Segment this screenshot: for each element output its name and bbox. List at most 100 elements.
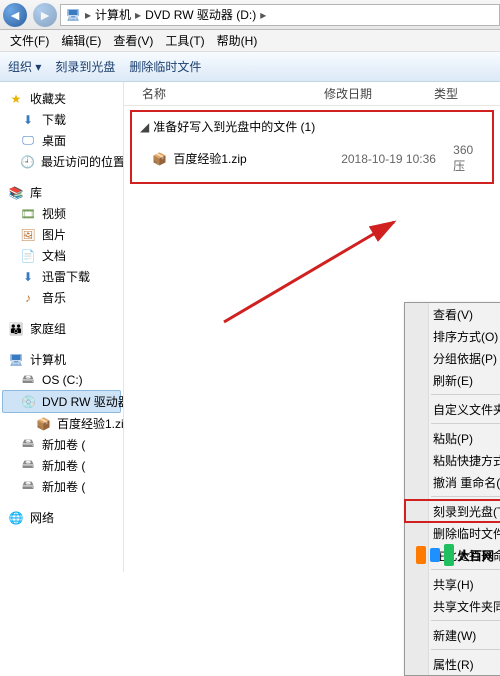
- sidebar-desktop[interactable]: 🖵桌面: [2, 130, 121, 151]
- toolbar: 组织 ▾ 刻录到光盘 删除临时文件: [0, 52, 500, 82]
- ctx-burn[interactable]: 刻录到光盘(T): [405, 500, 500, 522]
- burn-button[interactable]: 刻录到光盘: [55, 58, 115, 75]
- zip-icon: 📦: [36, 416, 51, 432]
- sidebar-music[interactable]: ♪音乐: [2, 287, 121, 308]
- document-icon: 📄: [20, 248, 36, 264]
- star-icon: ★: [8, 91, 24, 107]
- watermark-bar-icon: [444, 544, 454, 566]
- delete-temp-button[interactable]: 删除临时文件: [129, 58, 201, 75]
- ctx-refresh[interactable]: 刷新(E): [405, 369, 500, 391]
- ctx-undo-rename[interactable]: 撤消 重命名(U)Ctrl+Z: [405, 471, 500, 493]
- menu-file[interactable]: 文件(F): [6, 30, 53, 51]
- sidebar-favorites[interactable]: ★收藏夹: [2, 88, 121, 109]
- library-icon: 📚: [8, 185, 24, 201]
- group-header[interactable]: ◢ 准备好写入到光盘中的文件 (1): [132, 112, 492, 141]
- watermark-text: 大百网: [458, 547, 494, 564]
- sidebar-vol1[interactable]: 🖴新加卷 (: [2, 434, 121, 455]
- sidebar: ★收藏夹 ⬇下载 🖵桌面 🕘最近访问的位置 📚库 🎞视频 🖼图片 📄文档 ⬇迅雷…: [0, 82, 124, 572]
- network-icon: 🌐: [8, 510, 24, 526]
- sidebar-pictures[interactable]: 🖼图片: [2, 224, 121, 245]
- annotation-arrow: [214, 212, 414, 332]
- chevron-right-icon: ▸: [135, 8, 141, 22]
- separator: [431, 649, 500, 650]
- chevron-right-icon: ▸: [85, 8, 91, 22]
- menu-view[interactable]: 查看(V): [109, 30, 157, 51]
- sidebar-vol3[interactable]: 🖴新加卷 (: [2, 476, 121, 497]
- ctx-delete-temp[interactable]: 删除临时文件(F): [405, 522, 500, 544]
- sidebar-libraries[interactable]: 📚库: [2, 182, 121, 203]
- disk-icon: 🖴: [20, 458, 36, 474]
- content-pane[interactable]: 名称 修改日期 类型 ◢ 准备好写入到光盘中的文件 (1) 📦 百度经验1.zi…: [124, 82, 500, 572]
- computer-icon: 🖥: [65, 7, 81, 23]
- separator: [431, 569, 500, 570]
- ctx-customize[interactable]: 自定义文件夹(F)...: [405, 398, 500, 420]
- music-icon: ♪: [20, 290, 36, 306]
- file-name: 百度经验1.zip: [173, 150, 335, 167]
- file-date: 2018-10-19 10:36: [341, 152, 447, 166]
- highlight-group-box: ◢ 准备好写入到光盘中的文件 (1) 📦 百度经验1.zip 2018-10-1…: [130, 110, 494, 184]
- recent-icon: 🕘: [20, 154, 35, 170]
- col-date[interactable]: 修改日期: [324, 85, 434, 102]
- disk-icon: 🖴: [20, 479, 36, 495]
- ctx-paste[interactable]: 粘贴(P): [405, 427, 500, 449]
- breadcrumb-drive[interactable]: DVD RW 驱动器 (D:): [145, 6, 256, 23]
- ctx-paste-shortcut[interactable]: 粘贴快捷方式(S): [405, 449, 500, 471]
- menu-help[interactable]: 帮助(H): [213, 30, 262, 51]
- sidebar-homegroup[interactable]: 👪家庭组: [2, 318, 121, 339]
- sidebar-network[interactable]: 🌐网络: [2, 507, 121, 528]
- organize-button[interactable]: 组织 ▾: [8, 58, 41, 75]
- sidebar-xunlei[interactable]: ⬇迅雷下载: [2, 266, 121, 287]
- ctx-group[interactable]: 分组依据(P): [405, 347, 500, 369]
- zip-icon: 📦: [152, 151, 167, 167]
- column-header: 名称 修改日期 类型: [124, 82, 500, 106]
- nav-fwd-button[interactable]: ►: [33, 3, 57, 27]
- address-bar: ◄ ► 🖥 ▸ 计算机 ▸ DVD RW 驱动器 (D:) ▸: [0, 0, 500, 30]
- file-row[interactable]: 📦 百度经验1.zip 2018-10-19 10:36 360压: [132, 141, 492, 176]
- sidebar-zip[interactable]: 📦百度经验1.zip: [2, 413, 121, 434]
- separator: [431, 496, 500, 497]
- menu-tools[interactable]: 工具(T): [161, 30, 208, 51]
- desktop-icon: 🖵: [20, 133, 36, 149]
- picture-icon: 🖼: [20, 227, 36, 243]
- ctx-view[interactable]: 查看(V): [405, 303, 500, 325]
- triangle-down-icon: ◢: [140, 120, 149, 134]
- disk-icon: 🖴: [20, 372, 36, 388]
- main-area: ★收藏夹 ⬇下载 🖵桌面 🕘最近访问的位置 📚库 🎞视频 🖼图片 📄文档 ⬇迅雷…: [0, 82, 500, 572]
- sidebar-downloads[interactable]: ⬇下载: [2, 109, 121, 130]
- separator: [431, 423, 500, 424]
- col-name[interactable]: 名称: [124, 85, 324, 102]
- nav-back-button[interactable]: ◄: [3, 3, 27, 27]
- watermark-bar-icon: [416, 546, 426, 564]
- watermark-bar-icon: [430, 548, 440, 562]
- menu-bar: 文件(F) 编辑(E) 查看(V) 工具(T) 帮助(H): [0, 30, 500, 52]
- ctx-new[interactable]: 新建(W): [405, 624, 500, 646]
- sidebar-documents[interactable]: 📄文档: [2, 245, 121, 266]
- watermark: 大百网: [416, 544, 494, 566]
- ctx-share[interactable]: 共享(H): [405, 573, 500, 595]
- computer-icon: 🖥: [8, 352, 24, 368]
- chevron-right-icon: ▸: [260, 8, 266, 22]
- context-menu: 查看(V) 排序方式(O) 分组依据(P) 刷新(E) 自定义文件夹(F)...…: [404, 302, 500, 676]
- separator: [431, 620, 500, 621]
- homegroup-icon: 👪: [8, 321, 24, 337]
- sidebar-recent[interactable]: 🕘最近访问的位置: [2, 151, 121, 172]
- group-header-label: 准备好写入到光盘中的文件 (1): [153, 118, 315, 135]
- sidebar-dvd[interactable]: 💿DVD RW 驱动器 (D: [2, 390, 121, 413]
- menu-edit[interactable]: 编辑(E): [57, 30, 105, 51]
- video-icon: 🎞: [20, 206, 36, 222]
- col-type[interactable]: 类型: [434, 85, 500, 102]
- sidebar-osc[interactable]: 🖴OS (C:): [2, 370, 121, 390]
- file-type: 360压: [453, 143, 484, 174]
- download-icon: ⬇: [20, 112, 36, 128]
- ctx-sort[interactable]: 排序方式(O): [405, 325, 500, 347]
- breadcrumb[interactable]: 🖥 ▸ 计算机 ▸ DVD RW 驱动器 (D:) ▸: [60, 4, 500, 26]
- sidebar-vol2[interactable]: 🖴新加卷 (: [2, 455, 121, 476]
- ctx-properties[interactable]: 属性(R): [405, 653, 500, 675]
- xunlei-icon: ⬇: [20, 269, 36, 285]
- breadcrumb-root[interactable]: 计算机: [95, 6, 131, 23]
- ctx-share-sync[interactable]: 共享文件夹同步: [405, 595, 500, 617]
- disk-icon: 🖴: [20, 437, 36, 453]
- sidebar-videos[interactable]: 🎞视频: [2, 203, 121, 224]
- separator: [431, 394, 500, 395]
- sidebar-computer[interactable]: 🖥计算机: [2, 349, 121, 370]
